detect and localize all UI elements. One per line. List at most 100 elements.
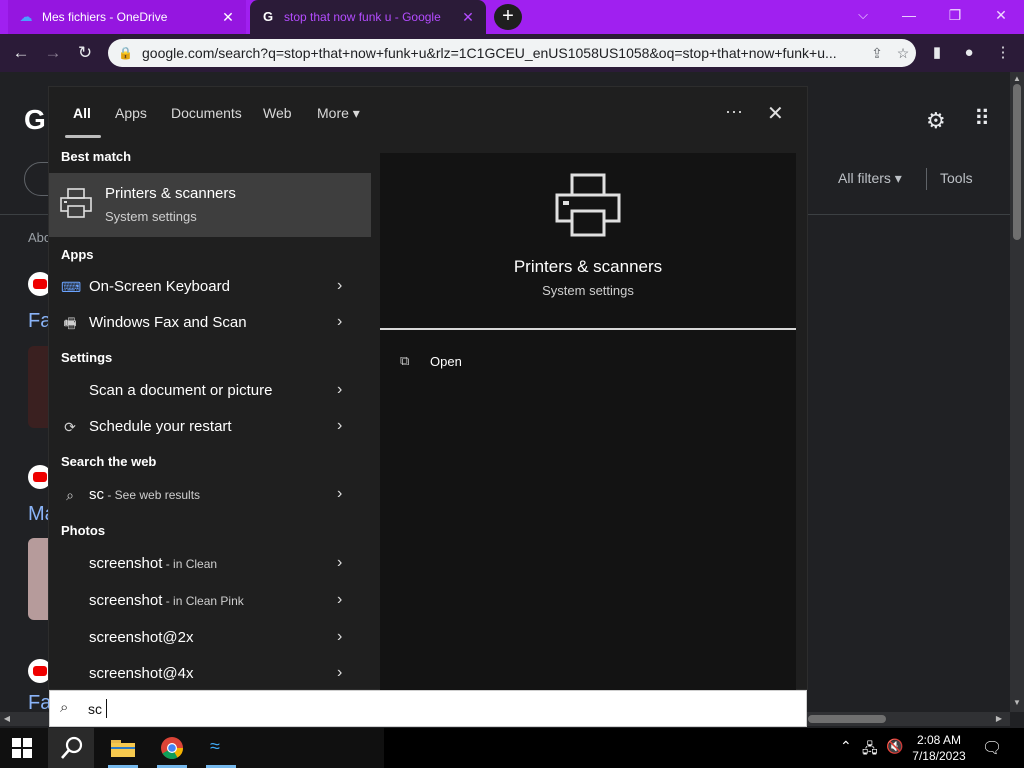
web-hint: - See web results	[104, 488, 201, 502]
chevron-right-icon[interactable]: ›	[337, 628, 342, 646]
onedrive-icon: ☁	[19, 9, 33, 24]
file-explorer-button[interactable]	[100, 728, 146, 768]
network-icon[interactable]: 🖧	[862, 738, 878, 762]
close-icon[interactable]: ✕	[767, 101, 784, 126]
clock-date: 7/18/2023	[912, 749, 966, 763]
url-text: google.com/search?q=stop+that+now+funk+u…	[142, 45, 837, 61]
taskbar-search-button[interactable]	[48, 728, 94, 768]
chevron-right-icon[interactable]: ›	[337, 591, 342, 609]
restore-icon[interactable]: ❐	[932, 0, 978, 30]
tab-documents[interactable]: Documents	[171, 105, 242, 121]
list-item-label: screenshot - in Clean Pink	[89, 592, 244, 609]
section-header-search-web: Search the web	[61, 454, 157, 469]
search-results-list: Best match Printers & scanners System se…	[49, 139, 371, 691]
divider	[926, 168, 927, 190]
list-item-label: screenshot@4x	[89, 665, 193, 682]
address-bar[interactable]: 🔒 google.com/search?q=stop+that+now+funk…	[108, 39, 916, 67]
list-item-schedule-restart[interactable]: ⟳ Schedule your restart ›	[49, 410, 371, 444]
list-item-windows-fax-and-scan[interactable]: 🖷 Windows Fax and Scan ›	[49, 306, 371, 340]
tab-onedrive[interactable]: ☁ Mes fichiers - OneDrive ✕	[8, 0, 246, 34]
search-icon: ⌕	[60, 699, 69, 716]
system-clock[interactable]: 2:08 AM 7/18/2023	[910, 732, 968, 764]
list-item-scan-document[interactable]: Scan a document or picture ›	[49, 374, 371, 408]
chevron-right-icon[interactable]: ›	[337, 485, 342, 503]
side-panel-icon[interactable]: ▮	[924, 40, 950, 66]
apps-grid-icon[interactable]: ⠿	[974, 106, 990, 132]
printer-icon	[555, 173, 621, 237]
photo-name: screenshot@2x	[89, 629, 194, 646]
open-external-icon: ⧉	[400, 353, 410, 368]
tab-close-icon[interactable]: ✕	[460, 9, 476, 25]
windows-start-icon[interactable]	[12, 738, 32, 758]
tab-google-search[interactable]: G stop that now funk u - Google ✕	[250, 0, 486, 34]
dolphin-icon: ≈	[210, 736, 220, 756]
list-item-web-results[interactable]: ⌕ sc - See web results ›	[49, 478, 371, 512]
keyboard-icon: ⌨	[61, 279, 82, 295]
preview-title: Printers & scanners	[513, 257, 663, 276]
chevron-right-icon[interactable]: ›	[337, 417, 342, 435]
tab-apps[interactable]: Apps	[115, 105, 147, 121]
chevron-right-icon[interactable]: ›	[337, 313, 342, 331]
notifications-icon[interactable]: 🗨	[982, 738, 1002, 758]
search-icon: ⌕	[66, 487, 74, 503]
new-tab-button[interactable]: +	[494, 4, 522, 30]
printer-icon	[60, 188, 92, 218]
back-icon[interactable]: ←	[8, 40, 34, 66]
photo-hint: - in Clean	[162, 557, 218, 571]
list-item-photo[interactable]: screenshot@2x ›	[49, 621, 371, 655]
more-options-icon[interactable]: ···	[725, 101, 743, 122]
volume-muted-icon[interactable]: 🔇	[886, 738, 903, 755]
list-item-on-screen-keyboard[interactable]: ⌨ On-Screen Keyboard ›	[49, 270, 371, 304]
web-query: sc	[89, 486, 104, 503]
list-item-label: Schedule your restart	[89, 418, 232, 435]
chrome-button[interactable]	[149, 728, 195, 768]
section-header-apps: Apps	[61, 247, 94, 262]
search-filter-tabs: All Apps Documents Web More ▾ ··· ✕	[49, 87, 807, 139]
chevron-right-icon[interactable]: ›	[337, 554, 342, 572]
best-match-title: Printers & scanners	[105, 185, 236, 202]
lock-icon[interactable]: 🔒	[118, 46, 133, 60]
dolphin-app-button[interactable]: ≈	[198, 728, 244, 768]
tab-title: stop that now funk u - Google	[284, 10, 441, 24]
chevron-right-icon[interactable]: ›	[337, 664, 342, 682]
list-item-photo[interactable]: screenshot - in Clean ›	[49, 547, 371, 581]
reload-icon[interactable]: ↻	[72, 40, 98, 66]
google-logo[interactable]: G	[24, 104, 46, 136]
list-item-label: screenshot@2x	[89, 629, 193, 646]
menu-kebab-icon[interactable]: ⋮	[990, 40, 1016, 66]
minimize-icon[interactable]: —	[886, 0, 932, 30]
vertical-scrollbar[interactable]: ▲ ▼	[1010, 72, 1024, 712]
tools-button[interactable]: Tools	[940, 170, 973, 186]
list-item-photo[interactable]: screenshot - in Clean Pink ›	[49, 584, 371, 618]
search-input-value: sc	[88, 701, 102, 717]
browser-toolbar: ← → ↻ 🔒 google.com/search?q=stop+that+no…	[0, 34, 1024, 72]
forward-icon[interactable]: →	[40, 40, 66, 66]
chrome-icon	[161, 737, 183, 759]
video-thumbnail[interactable]	[28, 538, 48, 620]
windows-search-panel: All Apps Documents Web More ▾ ··· ✕ Best…	[48, 86, 808, 691]
best-match-item[interactable]: Printers & scanners System settings	[49, 173, 371, 237]
profile-icon[interactable]: ●	[956, 40, 982, 66]
photo-name: screenshot	[89, 555, 163, 572]
chevron-right-icon[interactable]: ›	[337, 381, 342, 399]
search-input[interactable]: ⌕ sc	[49, 690, 807, 727]
chevron-right-icon[interactable]: ›	[337, 277, 342, 295]
share-icon[interactable]: ⇪	[864, 45, 890, 62]
tab-more[interactable]: More ▾	[317, 105, 360, 122]
bookmark-star-icon[interactable]: ☆	[890, 45, 916, 62]
window-close-icon[interactable]: ✕	[978, 0, 1024, 30]
video-thumbnail[interactable]	[28, 346, 48, 428]
clock-time: 2:08 AM	[916, 733, 962, 747]
search-icon	[61, 736, 83, 759]
google-icon: G	[262, 9, 274, 24]
tab-search-icon[interactable]: ⌵	[840, 0, 886, 30]
gear-icon[interactable]: ⚙	[926, 108, 946, 134]
tab-all[interactable]: All	[73, 105, 91, 121]
tab-web[interactable]: Web	[263, 105, 292, 121]
list-item-label: Scan a document or picture	[89, 382, 273, 399]
tab-close-icon[interactable]: ✕	[220, 9, 236, 25]
list-item-photo[interactable]: screenshot@4x ›	[49, 657, 371, 691]
chevron-up-icon[interactable]: ⌃	[840, 738, 852, 755]
open-button[interactable]: ⧉ Open	[400, 349, 462, 373]
all-filters-button[interactable]: All filters ▾	[838, 170, 902, 187]
